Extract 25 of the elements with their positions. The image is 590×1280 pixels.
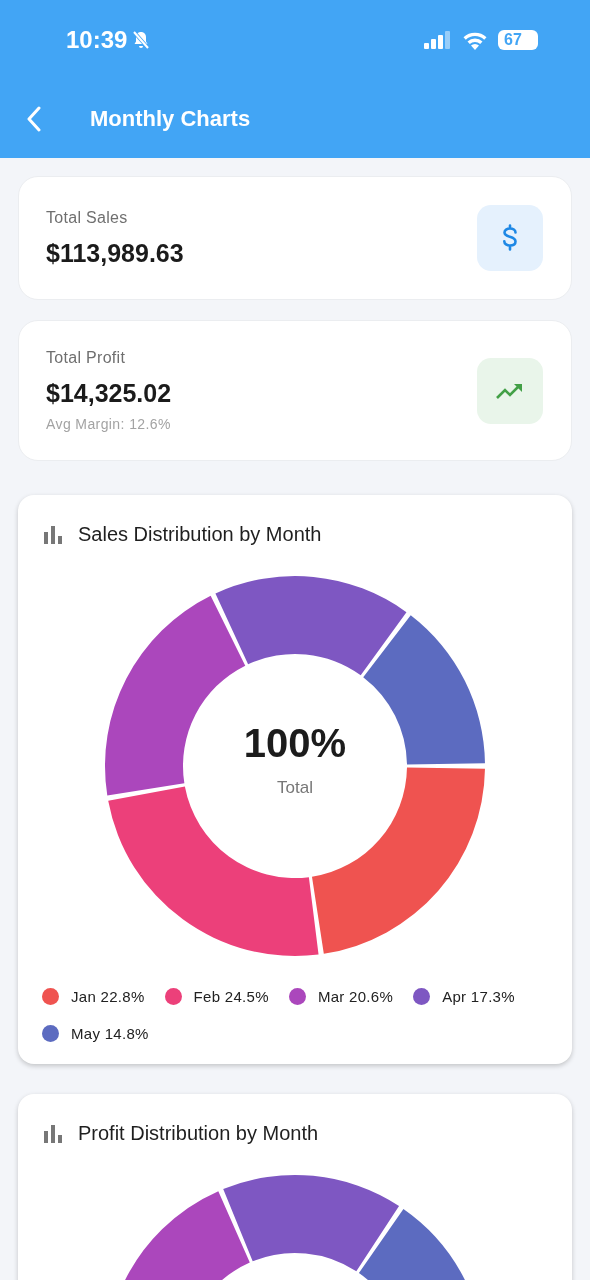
bar-chart-icon [44, 1124, 64, 1143]
status-time: 10:39 [66, 26, 128, 54]
trending-up-icon [477, 357, 543, 424]
legend-label: Feb 24.5% [193, 988, 269, 1005]
back-icon[interactable] [26, 106, 42, 132]
legend-label: Jan 22.8% [71, 988, 145, 1005]
stat-label: Total Profit [46, 349, 127, 367]
page-title: Monthly Charts [90, 106, 251, 132]
muted-bell-icon [131, 30, 152, 50]
dollar-icon [477, 205, 543, 271]
stat-note: Avg Margin: 12.6% [46, 416, 172, 432]
stat-value: $113,989.63 [46, 238, 185, 268]
signal-icon [424, 31, 452, 49]
legend-label: Mar 20.6% [317, 988, 394, 1005]
bar-chart-icon [44, 525, 64, 544]
chart-title: Profit Distribution by Month [78, 1122, 319, 1145]
wifi-icon [462, 30, 488, 50]
donut-center-label: Total [277, 778, 313, 798]
stat-value: $14,325.02 [46, 379, 173, 408]
battery-icon: 67 [498, 30, 538, 50]
legend-label: Apr 17.3% [442, 988, 515, 1005]
stat-label: Total Sales [46, 208, 129, 227]
donut-center-value: 100% [243, 721, 347, 766]
chart-title: Sales Distribution by Month [78, 523, 322, 546]
legend-label: May 14.8% [71, 1025, 149, 1042]
